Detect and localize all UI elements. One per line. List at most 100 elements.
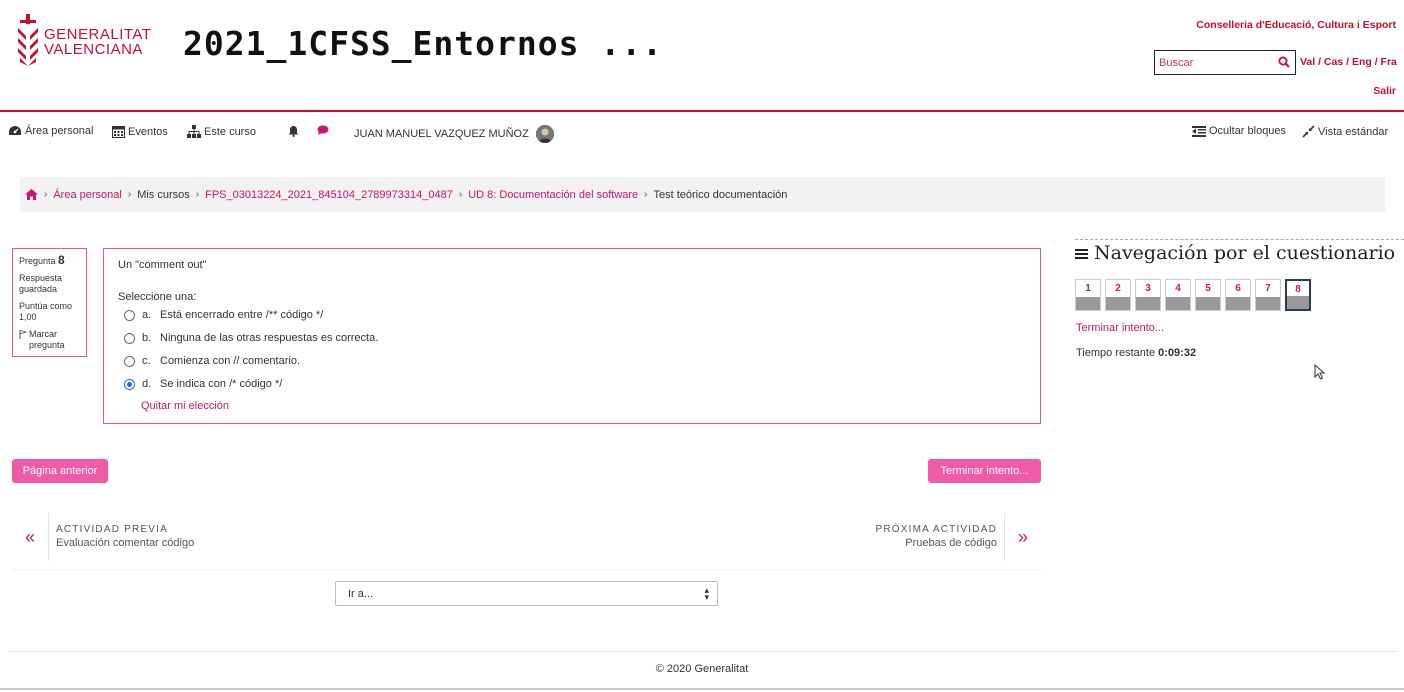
quiz-navigation-title-text: Navegación por el cuestionario (1094, 242, 1396, 264)
language-selector[interactable]: Val / Cas / Eng / Fra (1300, 56, 1397, 68)
quiz-nav-button-3[interactable]: 3 (1135, 279, 1161, 311)
user-menu[interactable]: JUAN MANUEL VAZQUEZ MUÑOZ (354, 125, 554, 143)
chevron-right-icon: › (44, 189, 48, 200)
radio-a[interactable] (124, 309, 135, 321)
home-icon[interactable] (25, 189, 38, 200)
search-input[interactable] (1159, 55, 1274, 71)
standard-view-button[interactable]: Vista estándar (1302, 125, 1388, 138)
quiz-nav-number: 4 (1175, 283, 1181, 294)
breadcrumb-unit[interactable]: UD 8: Documentación del software (468, 189, 638, 201)
generalitat-emblem-icon (18, 14, 38, 66)
breadcrumb-area-personal[interactable]: Área personal (53, 189, 122, 201)
quiz-nav-button-7[interactable]: 7 (1255, 279, 1281, 311)
bottom-border (0, 688, 1404, 690)
previous-activity-title: Evaluación comentar código (56, 537, 195, 549)
menu-icon[interactable] (1075, 248, 1088, 259)
answered-indicator (1106, 297, 1130, 310)
nav-eventos[interactable]: Eventos (112, 125, 168, 138)
finish-attempt-button[interactable]: Terminar intento... (928, 459, 1041, 483)
radio-c[interactable] (124, 355, 135, 367)
conselleria-link[interactable]: Conselleria d'Educació, Cultura i Esport (1196, 19, 1396, 31)
answer-option-a[interactable]: a. Está encerrado entre /** código */ (118, 304, 1026, 326)
quiz-nav-number: 1 (1085, 283, 1091, 294)
flag-label: Marcar pregunta (29, 329, 65, 350)
breadcrumb-mis-cursos[interactable]: Mis cursos (137, 189, 190, 201)
nav-area-personal[interactable]: Área personal (8, 125, 94, 137)
site-header: GENERALITAT VALENCIANA 2021_1CFSS_Entorn… (0, 0, 1404, 112)
answer-option-c[interactable]: c. Comienza con // comentario. (118, 350, 1026, 372)
question-number-value: 8 (58, 253, 65, 267)
logout-link[interactable]: Salir (1373, 85, 1396, 97)
double-chevron-right-icon: » (1017, 527, 1028, 547)
quiz-nav-button-8[interactable]: 8 (1285, 279, 1311, 311)
next-activity-link[interactable]: PRÓXIMA ACTIVIDAD Pruebas de código » (761, 513, 1041, 563)
clear-choice-link[interactable]: Quitar mi elección (141, 400, 229, 412)
question-label: Pregunta (19, 256, 56, 266)
time-remaining: Tiempo restante 0:09:32 (1076, 347, 1196, 359)
hide-blocks-button[interactable]: Ocultar bloques (1192, 125, 1286, 137)
breadcrumb-current: Test teórico documentación (653, 188, 788, 201)
question-status: Respuesta guardada (19, 273, 63, 294)
quiz-nav-number: 8 (1295, 284, 1301, 295)
quiz-nav-button-6[interactable]: 6 (1225, 279, 1251, 311)
finish-attempt-link[interactable]: Terminar intento... (1076, 322, 1164, 334)
quiz-nav-button-1[interactable]: 1 (1075, 279, 1101, 311)
chevron-right-icon: › (644, 189, 648, 200)
previous-page-button[interactable]: Página anterior (12, 459, 108, 483)
footer-divider (8, 651, 1396, 652)
next-activity-title: Pruebas de código (905, 537, 997, 549)
notifications-button[interactable] (288, 125, 299, 137)
quiz-nav-button-5[interactable]: 5 (1195, 279, 1221, 311)
answer-option-d[interactable]: d. Se indica con /* código */ (118, 373, 1026, 395)
answered-indicator (1196, 297, 1220, 310)
hide-blocks-label: Ocultar bloques (1209, 125, 1287, 137)
next-activity-label: PRÓXIMA ACTIVIDAD (875, 524, 997, 535)
nav-este-curso[interactable]: Este curso (187, 125, 256, 138)
jump-to-select[interactable]: Ir a... ▴ ▾ (335, 581, 718, 606)
site-title[interactable]: 2021_1CFSS_Entornos ... (183, 24, 663, 63)
jump-to-value: Ir a... (348, 588, 374, 600)
search-icon[interactable] (1278, 56, 1290, 68)
answer-text: Está encerrado entre /** código */ (160, 309, 324, 321)
answered-indicator (1076, 297, 1100, 310)
answer-option-b[interactable]: b. Ninguna de las otras respuestas es co… (118, 327, 1026, 349)
messages-button[interactable] (317, 125, 329, 136)
answer-text: Comienza con // comentario. (160, 355, 301, 367)
radio-b[interactable] (124, 332, 135, 344)
user-avatar-icon (535, 125, 554, 143)
breadcrumb-course[interactable]: FPS_03013224_2021_845104_2789973314_0487 (205, 189, 453, 201)
answer-text: Ninguna de las otras respuestas es corre… (160, 332, 379, 344)
time-remaining-label: Tiempo restante (1076, 347, 1156, 359)
compress-icon (1302, 125, 1315, 138)
sitemap-icon (187, 125, 201, 138)
flag-icon (19, 330, 27, 339)
nav-este-curso-label: Este curso (204, 125, 256, 138)
select-arrows-icon: ▴ ▾ (704, 585, 709, 602)
quiz-nav-button-2[interactable]: 2 (1105, 279, 1131, 311)
answer-letter: b. (142, 332, 152, 344)
quiz-question-buttons: 1 2 3 4 5 6 7 8 (1075, 279, 1311, 311)
outdent-icon (1192, 125, 1206, 137)
logo-text: GENERALITAT VALENCIANA (44, 27, 151, 57)
question-text: Un "comment out" (118, 259, 207, 271)
generalitat-logo[interactable]: GENERALITAT VALENCIANA (16, 14, 151, 68)
radio-d[interactable] (124, 378, 135, 390)
flag-question[interactable]: Marcar pregunta (19, 329, 80, 351)
answered-indicator (1256, 297, 1280, 310)
quiz-nav-button-4[interactable]: 4 (1165, 279, 1191, 311)
block-divider (1075, 239, 1404, 240)
logo-line-1: GENERALITAT (44, 26, 152, 43)
answered-indicator (1136, 297, 1160, 310)
chevron-right-icon: › (195, 189, 200, 200)
time-remaining-value: 0:09:32 (1158, 347, 1197, 359)
chevron-right-icon: › (127, 189, 132, 200)
top-navbar: Área personal Eventos Este curso JUAN MA… (0, 120, 1404, 146)
answer-text: Se indica con /* código */ (160, 378, 283, 390)
logo-line-2: VALENCIANA (44, 41, 143, 58)
divider (1004, 513, 1005, 561)
question-content: Un "comment out" Seleccione una: a. Está… (103, 248, 1041, 424)
mouse-cursor-icon (1314, 364, 1326, 380)
answer-letter: c. (142, 355, 151, 367)
answer-prompt: Seleccione una: (118, 291, 197, 303)
chat-icon (317, 125, 329, 135)
